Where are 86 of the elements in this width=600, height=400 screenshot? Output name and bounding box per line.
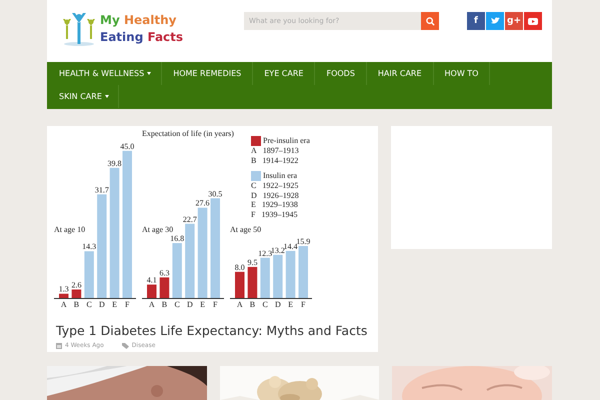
- social-button[interactable]: g+: [505, 12, 523, 30]
- value-label: 15.9: [296, 237, 310, 246]
- search-icon: [426, 16, 434, 26]
- chart-bar: [59, 294, 68, 298]
- chart-bar: [248, 266, 258, 298]
- value-label: 39.8: [108, 158, 122, 168]
- axis-label: D: [98, 300, 105, 309]
- value-label: 6.3: [159, 268, 170, 278]
- search-button[interactable]: [421, 12, 439, 30]
- value-label: 13.2: [270, 246, 285, 255]
- chart-bar: [147, 284, 156, 298]
- axis-label: E: [200, 300, 205, 309]
- value-label: 31.7: [94, 185, 109, 194]
- nav-link[interactable]: HEALTH & WELLNESS: [47, 62, 162, 85]
- chart-title: At age 10: [54, 225, 86, 234]
- chart-title: At age 50: [230, 225, 262, 234]
- social-button[interactable]: [486, 12, 504, 30]
- nav-link[interactable]: SKIN CARE: [47, 85, 119, 108]
- chart-bar: [160, 277, 170, 298]
- chart-bar: [72, 290, 82, 298]
- legend-years: 1922–1925: [262, 181, 298, 190]
- nav-link[interactable]: FOODS: [315, 62, 367, 85]
- legend-letter: C: [251, 181, 256, 190]
- calendar-icon: [56, 342, 62, 348]
- value-label: 2.6: [71, 280, 82, 290]
- axis-label: D: [186, 300, 193, 309]
- post-title[interactable]: Type 1 Diabetes Life Expectancy: Myths and Facts: [56, 323, 378, 338]
- social-button[interactable]: [524, 12, 542, 30]
- value-label: 8.0: [234, 262, 245, 272]
- value-label: 12.3: [258, 248, 272, 258]
- chart-bar: [235, 272, 244, 298]
- legend-label: Insulin era: [263, 171, 297, 181]
- axis-label: F: [301, 300, 306, 309]
- bird-icon: [490, 17, 500, 25]
- value-label: 14.3: [82, 242, 96, 252]
- nav-link[interactable]: EYE CARE: [253, 62, 316, 85]
- value-label: 30.5: [208, 189, 222, 198]
- nav-link[interactable]: HOW TO: [434, 62, 490, 85]
- value-label: 1.3: [58, 284, 69, 294]
- axis-label: C: [262, 300, 268, 309]
- chart-bar: [273, 254, 283, 298]
- axis-label: B: [162, 300, 168, 309]
- value-label: 27.6: [196, 198, 210, 208]
- legend-letter: A: [251, 146, 257, 156]
- axis-label: A: [60, 300, 67, 309]
- logo-icon: [61, 11, 97, 47]
- legend-label: Pre-insulin era: [263, 136, 310, 146]
- legend-years: 1929–1938: [262, 200, 298, 210]
- legend-letter: B: [251, 156, 256, 165]
- chart-bar: [286, 250, 296, 298]
- legend-letter: E: [251, 200, 256, 210]
- legend-years: 1926–1928: [262, 190, 299, 200]
- axis-label: D: [274, 300, 281, 309]
- legend-years: 1897–1913: [262, 146, 299, 156]
- legend-years: 1914–1922: [262, 156, 298, 165]
- legend-years: 1939–1945: [261, 210, 298, 219]
- value-label: 16.8: [170, 234, 184, 244]
- nav-link[interactable]: HOME REMEDIES: [162, 62, 254, 85]
- value-label: 14.4: [284, 242, 298, 251]
- value-label: 9.5: [247, 258, 258, 267]
- chart-bar: [298, 246, 308, 298]
- social-button[interactable]: f: [467, 12, 485, 30]
- value-label: 45.0: [120, 142, 134, 151]
- legend-letter: F: [251, 210, 256, 219]
- chart-bar: [84, 251, 94, 298]
- nav-link[interactable]: HAIR CARE: [366, 62, 434, 85]
- chart-title: At age 30: [142, 225, 174, 234]
- axis-label: E: [112, 300, 117, 309]
- axis-label: B: [250, 300, 256, 309]
- chart-heading: Expectation of life (in years): [142, 129, 234, 138]
- chart-bar: [260, 258, 270, 298]
- value-label: 22.7: [182, 214, 197, 224]
- play-icon: [528, 18, 538, 24]
- axis-label: A: [236, 300, 243, 309]
- tag-icon: [122, 342, 129, 348]
- chart-bar: [172, 243, 182, 298]
- axis-label: A: [148, 300, 155, 309]
- axis-label: C: [86, 300, 92, 309]
- axis-label: F: [213, 300, 218, 309]
- axis-label: C: [174, 300, 180, 309]
- site-logo-text[interactable]: My Healthy Eating Facts: [100, 12, 184, 46]
- value-label: 4.1: [146, 276, 157, 285]
- axis-label: E: [288, 300, 293, 309]
- legend-letter: D: [251, 190, 257, 200]
- axis-label: B: [74, 300, 80, 309]
- axis-label: F: [125, 300, 130, 309]
